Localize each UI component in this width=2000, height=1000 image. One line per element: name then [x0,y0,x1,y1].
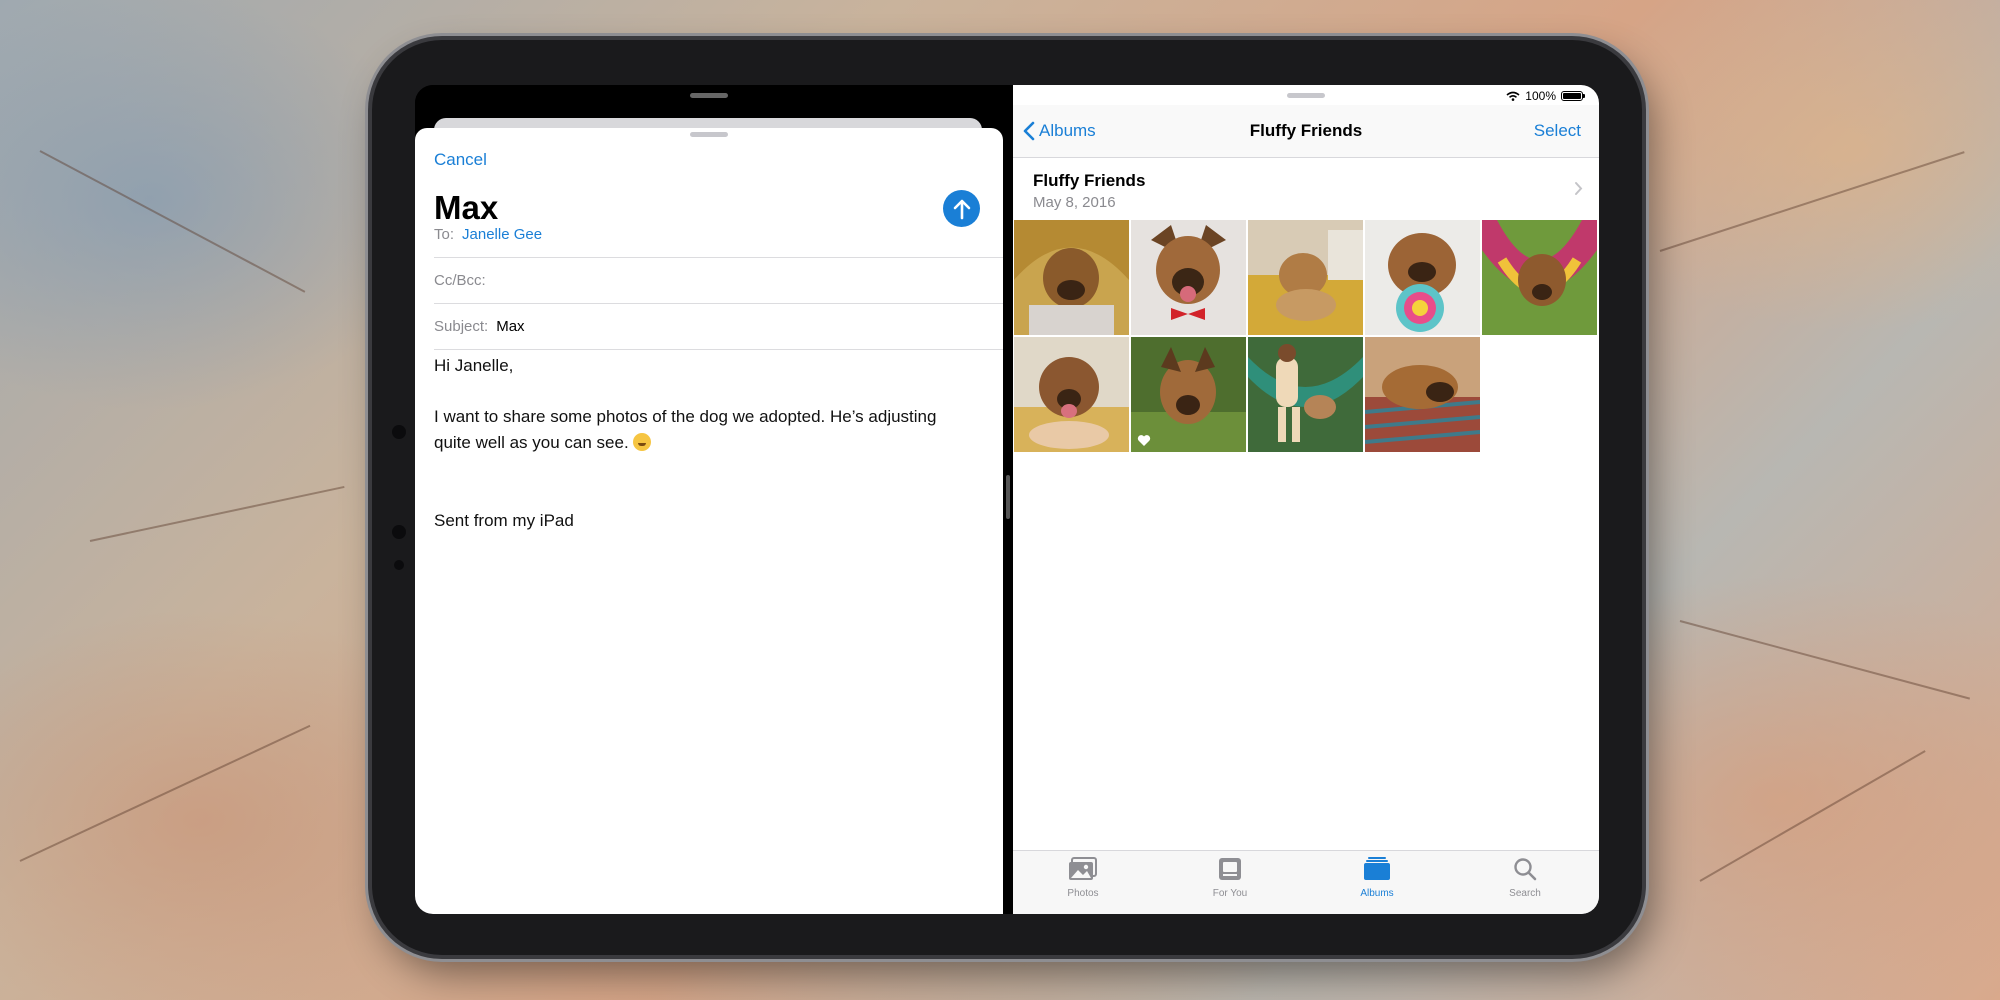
photo-thumbnail[interactable] [1482,220,1597,335]
photo-thumbnail[interactable] [1248,337,1363,452]
sheet-grabber[interactable] [690,132,728,137]
navigation-bar: Albums Fluffy Friends Select [1013,105,1599,158]
side-sensor [394,560,404,570]
split-view-handle[interactable] [1006,475,1010,519]
heart-icon [1137,435,1151,446]
subject-label: Subject: [434,318,489,335]
tab-photos-label: Photos [1067,888,1099,899]
marble-crack [1679,620,1971,700]
side-sensor [392,525,406,539]
marble-crack [1699,750,1926,882]
marble-crack [19,724,311,862]
album-date: May 8, 2016 [1033,194,1116,211]
grinning-emoji-icon [633,433,652,451]
subject-value[interactable]: Max [496,318,524,335]
album-header[interactable]: Fluffy Friends May 8, 2016 [1013,159,1599,219]
search-icon [1514,858,1537,881]
chevron-right-icon [1575,182,1583,195]
side-camera [392,425,406,439]
photos-icon [1069,857,1097,880]
marble-crack [39,150,306,293]
marble-crack [1659,151,1965,252]
recipient-token[interactable]: Janelle Gee [462,226,542,243]
multitask-grabber[interactable] [690,93,728,98]
photo-thumbnail[interactable] [1248,220,1363,335]
body-line: I want to share some photos of the dog w… [434,407,937,452]
subject-field[interactable]: Subject: Max [434,304,1003,350]
tab-for-you[interactable]: For You [1180,857,1280,899]
albums-icon [1364,857,1390,880]
battery-percent: 100% [1525,89,1556,103]
to-label: To: [434,226,455,243]
mail-compose-pane: Cancel Max To: Janelle Gee Cc/Bcc: Subje… [415,85,1003,914]
to-field[interactable]: To: Janelle Gee [434,212,1003,258]
wifi-icon [1506,91,1520,101]
signature[interactable]: Sent from my iPad [434,508,974,534]
compose-sheet: Cancel Max To: Janelle Gee Cc/Bcc: Subje… [415,128,1003,914]
cancel-button[interactable]: Cancel [434,150,487,170]
photo-thumbnail[interactable] [1365,337,1480,452]
photo-thumbnail[interactable] [1365,220,1480,335]
status-bar: 100% [1506,89,1585,103]
select-button[interactable]: Select [1534,121,1581,141]
tab-photos[interactable]: Photos [1033,857,1133,899]
for-you-icon [1219,858,1241,880]
tab-albums-label: Albums [1360,888,1394,899]
body-paragraph[interactable]: I want to share some photos of the dog w… [434,404,974,456]
album-name: Fluffy Friends [1033,171,1146,190]
tab-albums[interactable]: Albums [1327,857,1427,899]
body-greeting[interactable]: Hi Janelle, [434,353,974,379]
photo-thumbnail[interactable] [1131,220,1246,335]
tab-search[interactable]: Search [1475,857,1575,899]
ccbcc-field[interactable]: Cc/Bcc: [434,258,1003,304]
nav-title: Fluffy Friends [1249,121,1363,140]
marble-crack [89,485,345,542]
tab-search-label: Search [1509,888,1541,899]
tab-for-you-label: For You [1212,888,1248,899]
ccbcc-label: Cc/Bcc: [434,272,486,289]
tab-bar: Photos For You Albums Search [1013,850,1599,914]
photo-thumbnail[interactable] [1014,220,1129,335]
photo-thumbnail[interactable] [1014,337,1129,452]
photos-pane: 100% Albums Fluffy Friends Select Fluffy… [1013,85,1599,914]
ipad-screen: Cancel Max To: Janelle Gee Cc/Bcc: Subje… [415,85,1599,914]
multitask-grabber[interactable] [1287,93,1325,98]
photo-thumbnail[interactable] [1131,337,1246,452]
battery-icon [1561,91,1585,101]
